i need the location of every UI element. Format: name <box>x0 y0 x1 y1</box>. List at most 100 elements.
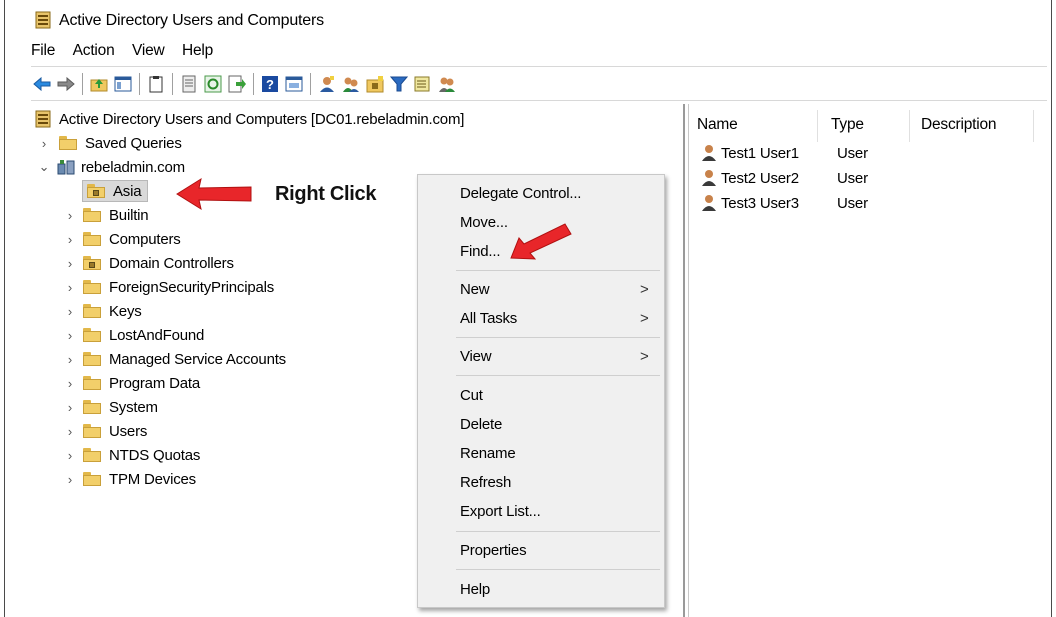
chevron-down-icon[interactable]: ⌄ <box>37 159 51 174</box>
folder-icon <box>83 352 101 366</box>
new-user-icon[interactable] <box>316 73 338 95</box>
menu-item-cut[interactable]: Cut <box>418 381 664 409</box>
properties-icon[interactable] <box>283 73 305 95</box>
menu-help[interactable]: Help <box>182 42 213 60</box>
tree-item-program-data[interactable]: › Program Data <box>63 372 200 394</box>
toolbar-separator <box>82 73 83 95</box>
chevron-right-icon[interactable]: › <box>63 256 77 271</box>
menu-separator <box>456 531 660 532</box>
chevron-right-icon[interactable]: › <box>63 424 77 439</box>
tree-item-keys[interactable]: › Keys <box>63 300 142 322</box>
tree-item-ntds-quotas[interactable]: › NTDS Quotas <box>63 444 200 466</box>
folder-icon <box>83 280 101 294</box>
list-cell-type: User <box>837 194 868 212</box>
column-divider[interactable] <box>909 110 910 142</box>
column-header-type[interactable]: Type <box>831 116 864 134</box>
menu-item-delete[interactable]: Delete <box>418 410 664 438</box>
tree-item-tpm-devices[interactable]: › TPM Devices <box>63 468 196 490</box>
show-hide-console-tree-icon[interactable] <box>112 73 134 95</box>
chevron-right-icon[interactable]: › <box>63 472 77 487</box>
menu-item-help[interactable]: Help <box>418 575 664 603</box>
chevron-right-icon[interactable]: › <box>63 280 77 295</box>
tree-item-label: Program Data <box>109 374 200 392</box>
tree-item-foreign-security-principals[interactable]: › ForeignSecurityPrincipals <box>63 276 274 298</box>
menu-item-delegate-control[interactable]: Delegate Control... <box>418 179 664 207</box>
chevron-right-icon[interactable]: › <box>63 400 77 415</box>
tree-item-users[interactable]: › Users <box>63 420 147 442</box>
help-icon[interactable]: ? <box>259 73 281 95</box>
tree-item-label: Managed Service Accounts <box>109 350 286 368</box>
tree-item-label: Builtin <box>109 206 149 224</box>
column-header-description[interactable]: Description <box>921 116 997 134</box>
tree-item-computers[interactable]: › Computers <box>63 228 181 250</box>
menu-item-export-list[interactable]: Export List... <box>418 497 664 525</box>
menu-item-label: Rename <box>460 444 516 462</box>
tree-root[interactable]: Active Directory Users and Computers [DC… <box>35 108 464 130</box>
svg-text:?: ? <box>266 77 274 92</box>
user-icon <box>702 170 716 186</box>
clipboard-icon[interactable] <box>145 73 167 95</box>
menu-item-label: Move... <box>460 213 508 231</box>
tree-item-asia[interactable]: Asia <box>81 180 149 202</box>
menu-item-label: Cut <box>460 386 483 404</box>
forward-icon[interactable] <box>55 73 77 95</box>
menu-item-label: New <box>460 280 490 298</box>
tree-item-builtin[interactable]: › Builtin <box>63 204 149 226</box>
menu-item-all-tasks[interactable]: All Tasks > <box>418 304 664 332</box>
annotation-arrow-find <box>510 223 572 260</box>
toolbar-separator <box>139 73 140 95</box>
add-to-group-icon[interactable] <box>436 73 458 95</box>
menu-item-view[interactable]: View > <box>418 342 664 370</box>
export-icon[interactable] <box>226 73 248 95</box>
menu-file[interactable]: File <box>31 42 55 60</box>
folder-icon <box>83 232 101 246</box>
menu-item-refresh[interactable]: Refresh <box>418 468 664 496</box>
chevron-right-icon[interactable]: › <box>63 328 77 343</box>
chevron-right-icon[interactable]: › <box>63 304 77 319</box>
menu-action[interactable]: Action <box>73 42 115 60</box>
folder-icon <box>83 376 101 390</box>
find-icon[interactable] <box>412 73 434 95</box>
list-row[interactable]: Test1 User1 User <box>701 142 868 164</box>
chevron-right-icon[interactable]: › <box>63 352 77 367</box>
column-header-name[interactable]: Name <box>697 116 738 134</box>
tree-item-saved-queries[interactable]: › Saved Queries <box>37 132 182 154</box>
column-divider[interactable] <box>1033 110 1034 142</box>
refresh-icon[interactable] <box>202 73 224 95</box>
selected-item[interactable]: Asia <box>81 180 149 202</box>
menu-item-new[interactable]: New > <box>418 275 664 303</box>
tree-item-label: System <box>109 398 158 416</box>
chevron-right-icon[interactable]: › <box>63 376 77 391</box>
tree-item-system[interactable]: › System <box>63 396 158 418</box>
tree-item-managed-service-accounts[interactable]: › Managed Service Accounts <box>63 348 286 370</box>
toolbar-separator <box>253 73 254 95</box>
annotation-arrow-left <box>176 177 252 211</box>
pane-splitter[interactable] <box>683 104 685 617</box>
submenu-arrow-icon: > <box>640 309 649 327</box>
tree-item-label: Computers <box>109 230 181 248</box>
folder-icon <box>83 472 101 486</box>
menu-item-label: View <box>460 347 492 365</box>
chevron-right-icon[interactable]: › <box>63 448 77 463</box>
chevron-right-icon[interactable]: › <box>63 232 77 247</box>
menu-view[interactable]: View <box>132 42 165 60</box>
up-folder-icon[interactable] <box>88 73 110 95</box>
new-group-icon[interactable] <box>340 73 362 95</box>
new-ou-icon[interactable] <box>364 73 386 95</box>
tree-item-lost-and-found[interactable]: › LostAndFound <box>63 324 204 346</box>
tree-item-domain-controllers[interactable]: › Domain Controllers <box>63 252 234 274</box>
export-list-icon[interactable] <box>178 73 200 95</box>
list-row[interactable]: Test2 User2 User <box>701 167 868 189</box>
menu-bar: File Action View Help <box>31 42 226 62</box>
column-divider[interactable] <box>817 110 818 142</box>
back-icon[interactable] <box>31 73 53 95</box>
list-row[interactable]: Test3 User3 User <box>701 192 868 214</box>
menu-item-rename[interactable]: Rename <box>418 439 664 467</box>
annotation-text: Right Click <box>275 183 377 205</box>
tree-item-domain[interactable]: ⌄ rebeladmin.com <box>37 156 185 178</box>
chevron-right-icon[interactable]: › <box>63 208 77 223</box>
tree-item-label: Domain Controllers <box>109 254 234 272</box>
menu-item-properties[interactable]: Properties <box>418 536 664 564</box>
chevron-right-icon[interactable]: › <box>37 136 51 151</box>
filter-icon[interactable] <box>388 73 410 95</box>
